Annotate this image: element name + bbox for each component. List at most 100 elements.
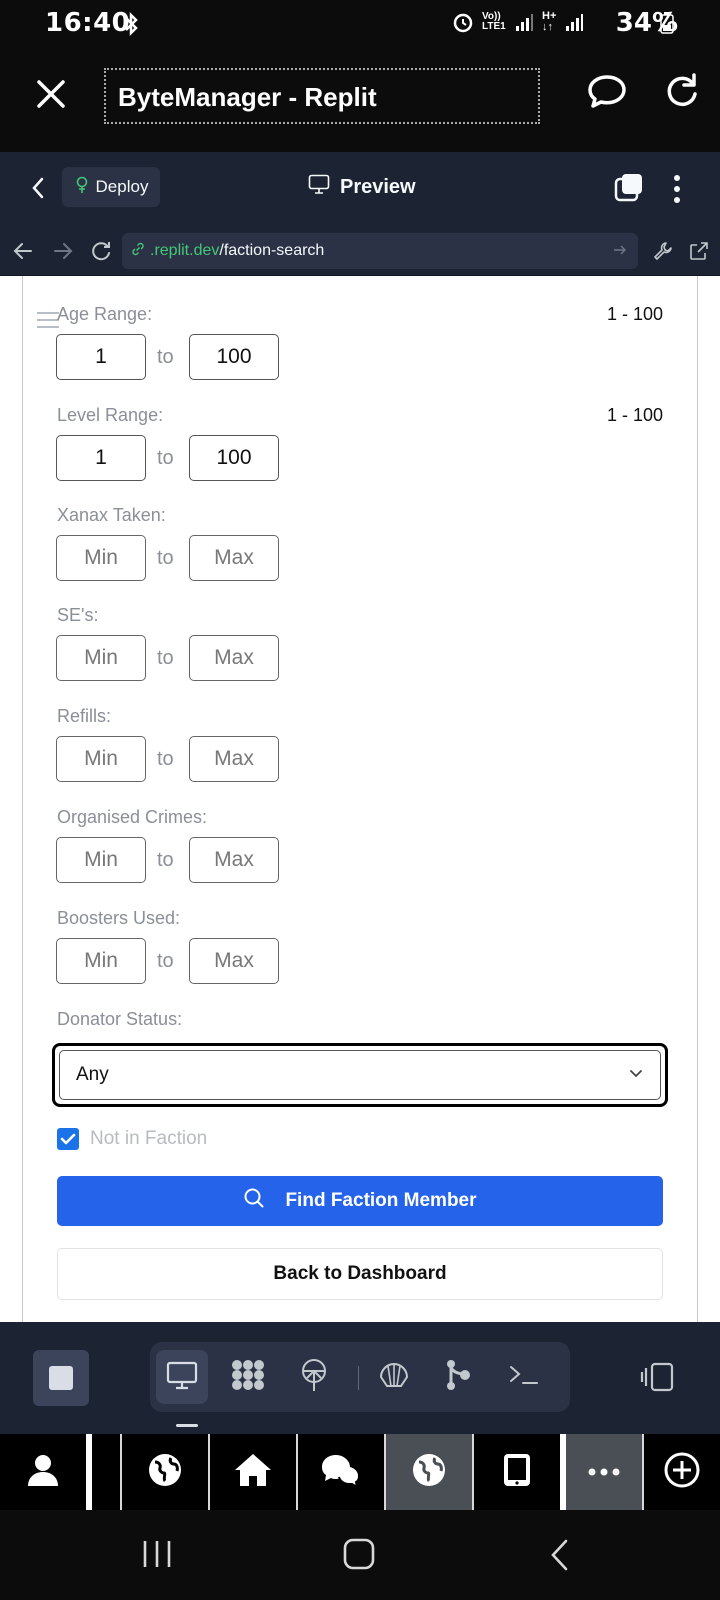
level-to-label: to bbox=[157, 447, 174, 469]
page-title: ByteManager - Replit bbox=[118, 82, 377, 112]
not-in-faction-label[interactable]: Not in Faction bbox=[90, 1128, 207, 1150]
level-range-label: Level Range: bbox=[57, 405, 164, 425]
tool-deployments[interactable] bbox=[288, 1350, 340, 1404]
checkmark-icon bbox=[60, 1133, 76, 1145]
xanax-min-input[interactable]: Min bbox=[56, 535, 146, 581]
tablet-icon bbox=[502, 1452, 532, 1493]
level-max-input[interactable]: 100 bbox=[189, 435, 279, 481]
oc-max-input[interactable]: Max bbox=[189, 837, 279, 883]
chevron-left-icon[interactable] bbox=[28, 174, 48, 207]
back-button-label: Back to Dashboard bbox=[273, 1263, 447, 1284]
tool-preview[interactable] bbox=[156, 1350, 208, 1404]
age-min-input[interactable]: 1 bbox=[56, 334, 146, 380]
reload-icon[interactable] bbox=[664, 72, 700, 115]
stop-button[interactable] bbox=[33, 1350, 89, 1406]
hplus-icon: H+ ↓↑ bbox=[542, 10, 557, 33]
shortcut-home[interactable] bbox=[210, 1434, 296, 1510]
shortcut-divider bbox=[86, 1434, 92, 1510]
alarm-icon bbox=[452, 11, 474, 33]
tool-git[interactable] bbox=[432, 1350, 484, 1404]
go-arrow-icon[interactable] bbox=[612, 242, 628, 263]
url-path: /faction-search bbox=[219, 242, 325, 259]
boosters-max-input[interactable]: Max bbox=[189, 938, 279, 984]
globe-icon bbox=[147, 1452, 183, 1493]
tab-preview[interactable]: Preview bbox=[308, 174, 416, 200]
level-range-value: 1 - 100 bbox=[606, 405, 663, 425]
home-icon bbox=[233, 1452, 273, 1493]
terminal-icon bbox=[509, 1364, 539, 1391]
preview-label: Preview bbox=[340, 175, 416, 198]
se-min-input[interactable]: Min bbox=[56, 635, 146, 681]
tool-shell[interactable] bbox=[498, 1350, 550, 1404]
not-in-faction-checkbox[interactable] bbox=[57, 1128, 79, 1150]
more-horizontal-icon bbox=[588, 1463, 620, 1481]
find-button-label: Find Faction Member bbox=[285, 1190, 477, 1211]
level-min-input[interactable]: 1 bbox=[56, 435, 146, 481]
volte-icon: Vo)) LTE1 bbox=[482, 11, 506, 32]
shortcut-add[interactable] bbox=[644, 1434, 720, 1510]
panel-layout-icon[interactable] bbox=[640, 1362, 674, 1397]
se-to-label: to bbox=[157, 647, 174, 669]
age-range-value: 1 - 100 bbox=[606, 304, 663, 324]
tool-workflows[interactable] bbox=[222, 1350, 274, 1404]
refills-min-input[interactable]: Min bbox=[56, 736, 146, 782]
oc-min-input[interactable]: Min bbox=[56, 837, 146, 883]
recent-apps-button[interactable] bbox=[140, 1538, 174, 1575]
boosters-min-input[interactable]: Min bbox=[56, 938, 146, 984]
page-title-box[interactable]: ByteManager - Replit bbox=[104, 68, 540, 124]
shortcut-tablet[interactable] bbox=[474, 1434, 560, 1510]
shortcut-browser[interactable] bbox=[122, 1434, 208, 1510]
back-button[interactable] bbox=[548, 1538, 572, 1577]
xanax-to-label: to bbox=[157, 547, 174, 569]
status-bar: 16:40 Vo)) LTE1 H+ ↓↑ 34% bbox=[0, 0, 720, 48]
home-square-icon bbox=[343, 1538, 375, 1574]
donator-status-value: Any bbox=[59, 1050, 661, 1100]
replit-bottom-toolbar bbox=[0, 1322, 720, 1434]
find-faction-member-button[interactable]: Find Faction Member bbox=[57, 1176, 663, 1226]
deploy-button[interactable]: Deploy bbox=[62, 167, 160, 207]
more-vertical-icon[interactable] bbox=[673, 174, 681, 209]
close-icon[interactable] bbox=[33, 76, 69, 112]
bluetooth-icon bbox=[121, 11, 143, 41]
back-chevron-icon bbox=[548, 1539, 572, 1576]
refills-to-label: to bbox=[157, 748, 174, 770]
xanax-label: Xanax Taken: bbox=[57, 505, 166, 525]
browser-top-bar: ByteManager - Replit bbox=[0, 48, 720, 152]
wrench-icon[interactable] bbox=[652, 240, 674, 267]
arrow-right-icon[interactable] bbox=[52, 240, 74, 267]
se-max-input[interactable]: Max bbox=[189, 635, 279, 681]
xanax-max-input[interactable]: Max bbox=[189, 535, 279, 581]
shortcut-more[interactable] bbox=[566, 1434, 642, 1510]
deploy-label: Deploy bbox=[95, 177, 149, 196]
donator-status-select[interactable]: Any bbox=[52, 1043, 668, 1107]
chat-bubble-icon[interactable] bbox=[586, 72, 628, 117]
signal-icon-2 bbox=[564, 12, 584, 32]
shortcut-profile[interactable] bbox=[0, 1434, 86, 1510]
frame-border-left bbox=[22, 276, 23, 1322]
external-link-icon[interactable] bbox=[688, 240, 710, 267]
age-max-input[interactable]: 100 bbox=[189, 334, 279, 380]
battery-icon bbox=[660, 12, 674, 39]
oc-to-label: to bbox=[157, 849, 174, 871]
arrow-left-icon[interactable] bbox=[12, 240, 34, 267]
home-button[interactable] bbox=[343, 1538, 375, 1575]
recents-icon bbox=[140, 1541, 174, 1574]
signal-icon bbox=[514, 12, 534, 32]
shell-icon bbox=[378, 1360, 410, 1395]
globe-icon bbox=[411, 1452, 447, 1493]
system-nav-bar bbox=[0, 1510, 720, 1600]
tool-separator bbox=[358, 1366, 359, 1390]
shortcut-bar bbox=[0, 1434, 720, 1510]
link-icon bbox=[130, 241, 146, 262]
tabs-icon[interactable] bbox=[614, 172, 644, 207]
refills-max-input[interactable]: Max bbox=[189, 736, 279, 782]
shortcut-browser-2[interactable] bbox=[386, 1434, 472, 1510]
shortcut-chat[interactable] bbox=[298, 1434, 384, 1510]
back-to-dashboard-button[interactable]: Back to Dashboard bbox=[57, 1248, 663, 1300]
chat-icon bbox=[320, 1452, 362, 1493]
tool-database[interactable] bbox=[368, 1350, 420, 1404]
url-input[interactable]: .replit.dev/faction-search bbox=[122, 233, 638, 269]
status-icons: Vo)) LTE1 H+ ↓↑ bbox=[452, 11, 584, 33]
refresh-icon[interactable] bbox=[90, 240, 112, 267]
tool-group bbox=[150, 1342, 570, 1412]
